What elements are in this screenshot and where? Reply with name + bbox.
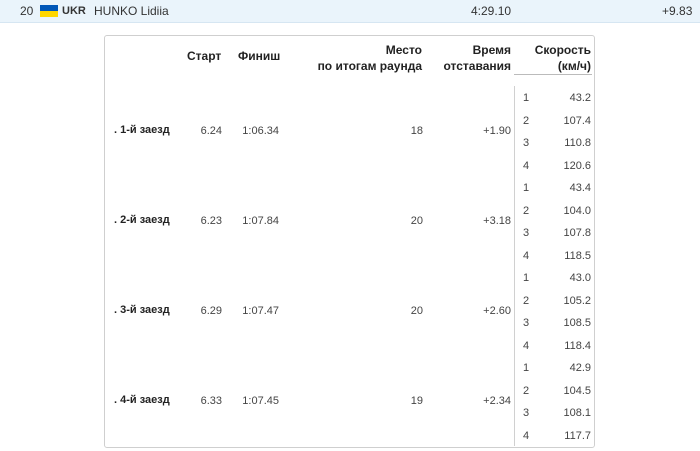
- run-label: . 2-й заезд: [114, 214, 170, 226]
- speed-split-value: 107.4: [563, 115, 591, 127]
- speed-split-value: 110.8: [564, 137, 591, 149]
- speed-split-number: 3: [523, 407, 530, 419]
- run-start-time: 6.23: [200, 215, 222, 227]
- speed-split-value: 42.9: [569, 362, 591, 374]
- header-place-line1: Место: [385, 43, 422, 57]
- run-label: . 4-й заезд: [114, 394, 170, 406]
- header-finish: Финиш: [238, 49, 281, 63]
- speed-split-value: 108.1: [563, 407, 591, 419]
- speed-split-number: 3: [523, 317, 530, 329]
- header-gap: Время отставания: [435, 42, 512, 74]
- run-start-time: 6.33: [200, 395, 222, 407]
- speed-split-number: 4: [523, 160, 530, 172]
- header-place-line2: по итогам раунда: [317, 59, 422, 73]
- header-place: Место по итогам раунда: [315, 42, 422, 74]
- speed-split-number: 2: [523, 115, 530, 127]
- speed-split-value: 105.2: [563, 295, 591, 307]
- speed-split-value: 108.5: [563, 317, 591, 329]
- speed-split-number: 4: [523, 250, 530, 262]
- speed-split-number: 1: [523, 182, 530, 194]
- run-start-time: 6.29: [200, 305, 222, 317]
- run-gap: +2.34: [483, 395, 511, 407]
- speed-split-value: 120.6: [563, 160, 591, 172]
- run-start-time: 6.24: [200, 125, 222, 137]
- speed-split-value: 43.4: [569, 182, 591, 194]
- run-place: 18: [410, 125, 423, 137]
- header-gap-line1: Время: [472, 43, 511, 57]
- speed-split-number: 4: [523, 430, 530, 442]
- athlete-name[interactable]: HUNKO Lidiia: [94, 4, 169, 18]
- run-label: . 1-й заезд: [114, 124, 170, 136]
- run-gap: +3.18: [483, 215, 511, 227]
- speed-split-value: 43.0: [569, 272, 591, 284]
- header-speed-line1: Скорость: [534, 43, 591, 57]
- speed-header-underline: [514, 74, 592, 75]
- header-speed-line2: (км/ч): [557, 59, 591, 73]
- speed-split-value: 104.0: [563, 205, 591, 217]
- speed-split-number: 3: [523, 227, 530, 239]
- athlete-summary-row[interactable]: 20 UKR HUNKO Lidiia 4:29.10 +9.83: [0, 0, 700, 23]
- athlete-time-behind: +9.83: [662, 4, 693, 18]
- run-place: 19: [410, 395, 423, 407]
- speed-split-number: 1: [523, 272, 530, 284]
- run-gap: +1.90: [483, 125, 511, 137]
- run-details-panel: Старт Финиш Место по итогам раунда Время…: [104, 35, 595, 448]
- speed-split-number: 2: [523, 205, 530, 217]
- athlete-rank: 20: [20, 4, 34, 18]
- speed-split-number: 4: [523, 340, 530, 352]
- speed-split-value: 117.7: [564, 430, 591, 442]
- run-label: . 3-й заезд: [114, 304, 170, 316]
- speed-split-number: 1: [523, 92, 530, 104]
- header-speed: Скорость (км/ч): [519, 42, 591, 74]
- speed-split-number: 1: [523, 362, 530, 374]
- speed-split-value: 43.2: [569, 92, 591, 104]
- run-place: 20: [410, 305, 423, 317]
- speed-split-value: 118.5: [564, 250, 591, 262]
- run-gap: +2.60: [483, 305, 511, 317]
- athlete-total-time: 4:29.10: [471, 4, 512, 18]
- speed-split-number: 2: [523, 295, 530, 307]
- speed-split-value: 118.4: [564, 340, 591, 352]
- run-finish-time: 1:07.47: [242, 305, 279, 317]
- header-start: Старт: [187, 49, 222, 63]
- run-finish-time: 1:07.84: [242, 215, 279, 227]
- speed-split-value: 104.5: [563, 385, 591, 397]
- speed-split-number: 3: [523, 137, 530, 149]
- speed-split-number: 2: [523, 385, 530, 397]
- athlete-country: UKR: [62, 5, 86, 17]
- run-place: 20: [410, 215, 423, 227]
- speed-column-divider: [514, 86, 515, 446]
- run-finish-time: 1:06.34: [242, 125, 279, 137]
- run-finish-time: 1:07.45: [242, 395, 279, 407]
- header-gap-line2: отставания: [443, 59, 512, 73]
- speed-split-value: 107.8: [563, 227, 591, 239]
- ukraine-flag-icon: [40, 5, 58, 17]
